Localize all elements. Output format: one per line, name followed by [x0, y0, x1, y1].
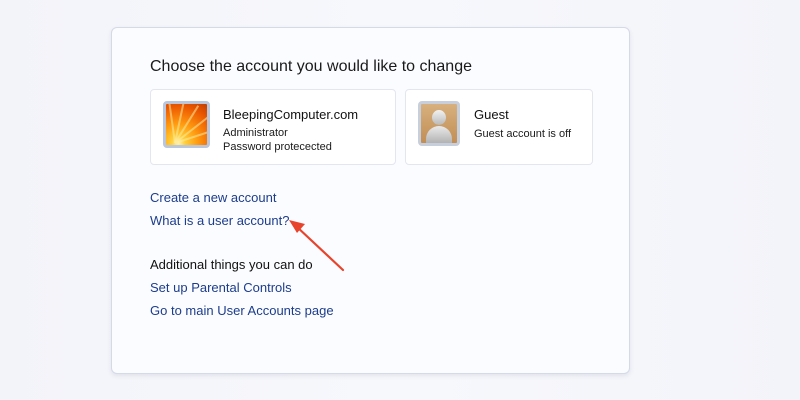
user-accounts-window: Choose the account you would like to cha… [0, 0, 800, 400]
red-arrow-icon [289, 220, 345, 272]
